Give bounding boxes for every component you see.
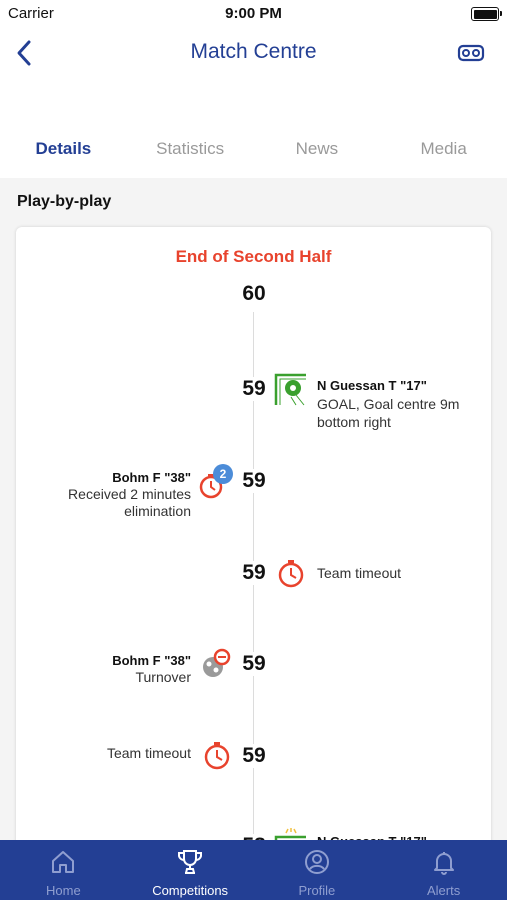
period-label: End of Second Half bbox=[175, 247, 332, 266]
tab-media[interactable]: Media bbox=[380, 120, 507, 178]
event-text: Team timeout bbox=[106, 745, 191, 761]
section-title: Play-by-play bbox=[17, 193, 112, 210]
event-clock: 59 bbox=[236, 652, 272, 676]
tab-label: Competitions bbox=[152, 883, 229, 898]
tab-label: Profile bbox=[298, 883, 336, 898]
trophy-icon bbox=[178, 850, 203, 874]
timeout-icon bbox=[200, 739, 234, 773]
event-clock: 59 bbox=[236, 377, 272, 401]
home-icon bbox=[52, 851, 75, 873]
suspension-count-badge: 2 bbox=[213, 464, 233, 484]
tab-home[interactable]: Home bbox=[0, 840, 127, 900]
tab-label: Home bbox=[46, 883, 81, 898]
start-clock: 60 bbox=[236, 282, 272, 306]
status-time: 9:00 PM bbox=[225, 5, 282, 22]
event-player: N Guessan T "17" bbox=[317, 378, 427, 393]
event-detail: N Guessan T "17" GOAL, Goal centre 9m bo… bbox=[317, 377, 487, 431]
event-clock: 59 bbox=[236, 744, 272, 768]
event-clock: 59 bbox=[236, 561, 272, 585]
event-clock: 59 bbox=[236, 469, 272, 493]
page-title: Match Centre bbox=[190, 40, 317, 63]
tab-label: Alerts bbox=[427, 883, 461, 898]
timeout-icon bbox=[274, 557, 308, 591]
turnover-icon bbox=[199, 647, 233, 681]
event-player: Bohm F "38" bbox=[112, 470, 191, 485]
event-text: Turnover bbox=[135, 669, 191, 685]
vr-headset-icon bbox=[457, 44, 485, 62]
tab-details[interactable]: Details bbox=[0, 120, 127, 178]
match-tabs: Details Statistics News Media bbox=[0, 120, 507, 178]
bottom-tab-bar: Home Competitions Profile Alerts bbox=[0, 840, 507, 900]
event-text: GOAL, Goal centre 9m bottom right bbox=[317, 396, 460, 430]
tab-alerts[interactable]: Alerts bbox=[380, 840, 507, 900]
event-detail: Bohm F "38" Turnover bbox=[16, 652, 191, 686]
goal-icon bbox=[274, 373, 308, 407]
tab-profile[interactable]: Profile bbox=[254, 840, 381, 900]
app-header: Match Centre bbox=[0, 28, 507, 120]
event-player: Bohm F "38" bbox=[112, 653, 191, 668]
status-bar: Carrier 9:00 PM bbox=[0, 0, 507, 28]
tab-statistics[interactable]: Statistics bbox=[127, 120, 254, 178]
play-by-play-card[interactable]: End of Second Half 60 59 N Guessan T "17… bbox=[16, 227, 491, 867]
tab-news[interactable]: News bbox=[254, 120, 381, 178]
event-text: Team timeout bbox=[317, 565, 402, 581]
event-detail: Team timeout bbox=[16, 745, 191, 762]
profile-icon bbox=[304, 850, 329, 874]
event-detail: Bohm F "38" Received 2 minutes eliminati… bbox=[16, 469, 191, 520]
vr-button[interactable] bbox=[457, 42, 485, 64]
event-detail: Team timeout bbox=[317, 564, 487, 582]
battery-icon bbox=[471, 7, 502, 21]
bell-icon bbox=[433, 852, 454, 875]
tab-competitions[interactable]: Competitions bbox=[127, 840, 254, 900]
event-text: Received 2 minutes elimination bbox=[68, 486, 191, 519]
